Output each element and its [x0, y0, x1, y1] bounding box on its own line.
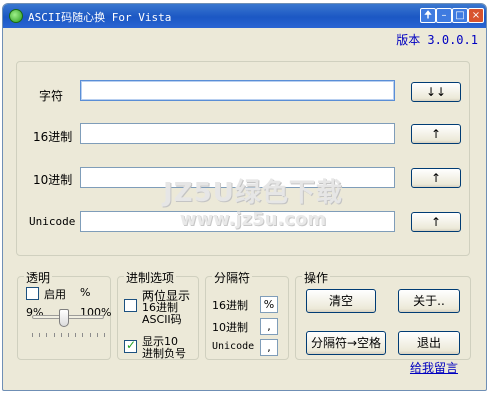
dec-label: 10进制 — [33, 173, 73, 187]
two-digit-label-line3: ASCII码 — [142, 313, 182, 326]
close-button[interactable]: × — [468, 8, 484, 23]
hex-separator-input[interactable]: % — [260, 296, 278, 313]
about-button[interactable]: 关于.. — [398, 289, 460, 313]
separator-to-space-button[interactable]: 分隔符→空格 — [306, 331, 386, 355]
unicode-separator-input[interactable]: , — [260, 339, 278, 356]
title-bar[interactable]: ASCII码随心换 For Vista 🠉 – □ × — [3, 4, 486, 28]
exit-button[interactable]: 退出 — [398, 331, 460, 355]
unicode-convert-up-button[interactable]: ↑ — [411, 212, 461, 232]
separators-title: 分隔符 — [212, 269, 253, 286]
enable-transparency-checkbox[interactable] — [26, 287, 39, 300]
unicode-input[interactable] — [80, 211, 395, 232]
window-title: ASCII码随心换 For Vista — [28, 11, 172, 24]
dec-separator-input[interactable]: , — [260, 318, 278, 335]
slider-tick — [68, 333, 69, 337]
slider-tick — [53, 333, 55, 337]
slider-tick — [104, 333, 105, 337]
slider-tick — [60, 333, 62, 337]
slider-tick — [46, 333, 48, 337]
slider-tick — [89, 333, 91, 337]
dec-input[interactable] — [80, 167, 395, 188]
version-label: 版本 3.0.0.1 — [396, 33, 478, 47]
app-logo-icon — [9, 9, 23, 23]
dec-convert-up-button[interactable]: ↑ — [411, 168, 461, 188]
enable-label: 启用 — [44, 288, 66, 301]
two-digit-hex-checkbox[interactable] — [124, 299, 137, 312]
show-negative-checkbox[interactable] — [124, 338, 137, 353]
maximize-button[interactable]: □ — [452, 8, 468, 23]
char-input[interactable] — [80, 80, 395, 101]
unicode-separator-label: Unicode — [212, 341, 255, 352]
transparency-group: 透明 启用 % 9% 100% — [17, 269, 111, 360]
base-options-group: 进制选项 两位显示 16进制 ASCII码 显示10 进制负号 — [117, 269, 199, 360]
dec-separator-label: 10进制 — [212, 321, 248, 334]
separators-group: 分隔符 16进制 % 10进制 , Unicode , — [205, 269, 289, 360]
clear-button[interactable]: 清空 — [306, 289, 376, 313]
feedback-link[interactable]: 给我留言 — [410, 359, 458, 376]
operations-group: 操作 清空 关于.. 分隔符→空格 退出 — [295, 269, 471, 360]
slider-tick — [39, 333, 41, 337]
app-window: ASCII码随心换 For Vista 🠉 – □ × 版本 3.0.0.1 字… — [2, 3, 487, 391]
slider-tick — [32, 333, 33, 337]
slider-tick — [96, 333, 98, 337]
unicode-label: Unicode — [29, 215, 76, 228]
operations-title: 操作 — [302, 269, 331, 286]
percent-unit: % — [80, 286, 91, 299]
transparency-title: 透明 — [24, 269, 53, 286]
slider-tick — [75, 333, 77, 337]
show-negative-label-line2: 进制负号 — [142, 347, 186, 360]
hex-label: 16进制 — [33, 130, 73, 144]
convert-down-button[interactable]: ↓↓ — [411, 82, 461, 102]
base-options-title: 进制选项 — [124, 269, 177, 286]
minimize-button[interactable]: – — [436, 8, 452, 23]
slider-tick — [82, 333, 84, 337]
hex-separator-label: 16进制 — [212, 299, 248, 312]
transparency-slider-thumb[interactable] — [59, 309, 70, 327]
conversion-panel: 字符 ↓↓ 16进制 ↑ 10进制 ↑ Unicode ↑ — [16, 61, 470, 256]
hex-input[interactable] — [80, 123, 395, 144]
hex-convert-up-button[interactable]: ↑ — [411, 124, 461, 144]
pin-button[interactable]: 🠉 — [420, 8, 436, 23]
char-label: 字符 — [39, 89, 64, 103]
